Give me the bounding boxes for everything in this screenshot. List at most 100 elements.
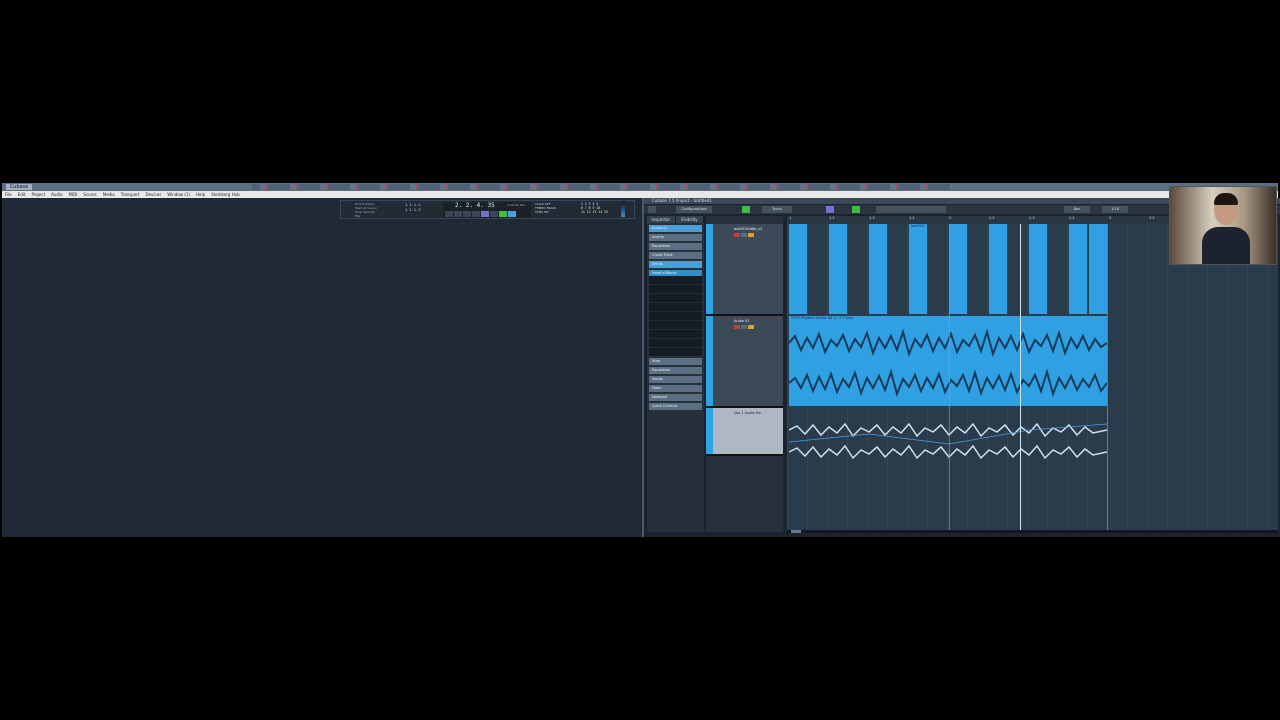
- locator-right[interactable]: [1107, 224, 1108, 530]
- go-to-end-button[interactable]: [472, 211, 480, 217]
- stop-button[interactable]: [490, 211, 498, 217]
- audio-event[interactable]: bdaf31f: [909, 224, 927, 314]
- play-button[interactable]: [852, 206, 860, 213]
- audio-event[interactable]: [829, 224, 847, 314]
- playhead[interactable]: [1020, 224, 1021, 530]
- menu-transport[interactable]: Transport: [121, 191, 140, 198]
- primary-time[interactable]: 2. 2. 4. 35: [455, 202, 495, 210]
- empty-workspace: [2, 198, 641, 537]
- inspector-section-strip[interactable]: Strip: [649, 358, 702, 365]
- audio-event[interactable]: [1029, 224, 1047, 314]
- cubase-main-window: Cubase File Edit Project Audio MIDI Scor…: [2, 183, 1280, 537]
- menu-scores[interactable]: Scores: [83, 191, 96, 198]
- forward-button[interactable]: [463, 211, 471, 217]
- record-button[interactable]: [508, 211, 516, 217]
- menu-edit[interactable]: Edit: [18, 191, 26, 198]
- inspector-section-inserts[interactable]: Inserts: [649, 234, 702, 241]
- locator-positions: 1. 1. 1. 0 1. 1. 1. 0: [405, 203, 433, 217]
- menu-help[interactable]: Help: [196, 191, 205, 198]
- list-item[interactable]: [649, 285, 702, 294]
- menu-devices[interactable]: Devices: [146, 191, 162, 198]
- audio-event[interactable]: [1089, 224, 1107, 314]
- scroll-thumb[interactable]: [791, 530, 801, 533]
- horizontal-scrollbar[interactable]: [787, 530, 1278, 533]
- event-name: VST3 Rhythm Guitar 88 3 - 1 ? loop: [791, 316, 853, 320]
- inspector-tabs: Inspector Visibility: [647, 216, 704, 223]
- touch-mode-select[interactable]: Touch: [762, 206, 792, 213]
- mute-button[interactable]: [734, 325, 740, 329]
- list-item[interactable]: [649, 330, 702, 339]
- menu-steinberg-hub[interactable]: Steinberg Hub: [211, 191, 240, 198]
- track-name[interactable]: Vox 1 Audio file: [734, 411, 761, 415]
- cycle-button[interactable]: [481, 211, 489, 217]
- waveform-track-3: [789, 422, 1107, 460]
- solo-button[interactable]: [741, 233, 747, 237]
- inspector-section-equalizers[interactable]: Equalizers: [649, 243, 702, 250]
- webcam-overlay: [1169, 186, 1277, 265]
- list-item[interactable]: [649, 339, 702, 348]
- track-header[interactable]: Vox 1 Audio file: [706, 408, 783, 456]
- solo-button[interactable]: [741, 325, 747, 329]
- event-display[interactable]: bdaf31f VST3 Rhythm Guitar 88 3 - 1 ? lo…: [787, 224, 1278, 530]
- list-item[interactable]: [649, 294, 702, 303]
- audio-event[interactable]: [789, 224, 807, 314]
- inspector-section-quick-controls[interactable]: Quick Controls: [649, 403, 702, 410]
- tab-visibility[interactable]: Visibility: [675, 216, 704, 223]
- menu-window[interactable]: Window (1): [167, 191, 190, 198]
- waveform-right: [789, 368, 1107, 398]
- play-button[interactable]: [499, 211, 507, 217]
- list-item[interactable]: [649, 276, 702, 285]
- track-header[interactable]: Audio 02: [706, 316, 783, 408]
- marker-row[interactable]: 11 12 13 14 15: [581, 210, 613, 214]
- inspector-section-equalizers-2[interactable]: Equalizers: [649, 367, 702, 374]
- track-name[interactable]: bdaf31f0d6b_s3: [734, 227, 762, 231]
- inspector-section-sends-2[interactable]: Sends: [649, 376, 702, 383]
- inspector-section-audio[interactable]: Audio 01: [649, 225, 702, 232]
- menu-file[interactable]: File: [5, 191, 12, 198]
- track-header[interactable]: bdaf31f0d6b_s3: [706, 224, 783, 316]
- grid-type-select[interactable]: Bar: [1064, 206, 1090, 213]
- audio-event[interactable]: [989, 224, 1007, 314]
- tab-inspector[interactable]: Inspector: [647, 216, 676, 223]
- audio-event[interactable]: [949, 224, 967, 314]
- transport-buttons: [445, 211, 516, 217]
- go-to-start-button[interactable]: [445, 211, 453, 217]
- locator-left[interactable]: [949, 224, 950, 530]
- audio-event-guitar[interactable]: VST3 Rhythm Guitar 88 3 - 1 ? loop: [789, 316, 1107, 406]
- toolbar-button[interactable]: [648, 206, 656, 213]
- taskbar-icons: [252, 184, 952, 190]
- ruler-mark: 2.3: [1029, 216, 1035, 220]
- tool-buttons[interactable]: [876, 206, 946, 213]
- toolbar-green-button[interactable]: [742, 206, 750, 213]
- audio-event[interactable]: [869, 224, 887, 314]
- time-display: 2. 2. 4. 35 0:00:02.362: [443, 202, 531, 218]
- sync-toggle[interactable]: SYNC INT: [535, 210, 579, 214]
- quantize-select[interactable]: 1/16: [1102, 206, 1128, 213]
- inspector-section-fader[interactable]: Fader: [649, 385, 702, 392]
- record-enable-button[interactable]: [748, 233, 754, 237]
- inspector-section-chord-track[interactable]: Chord Track: [649, 252, 702, 259]
- inspector-section-notepad[interactable]: Notepad: [649, 394, 702, 401]
- option-mix[interactable]: Mix: [355, 214, 401, 218]
- inspector-section-sends[interactable]: Sends: [649, 261, 702, 268]
- right-locator[interactable]: 1. 1. 1. 0: [405, 208, 433, 213]
- track-color-strip: [706, 316, 713, 406]
- list-item[interactable]: [649, 321, 702, 330]
- list-item[interactable]: [649, 312, 702, 321]
- rewind-button[interactable]: [454, 211, 462, 217]
- configurations-button[interactable]: Configurations: [676, 206, 712, 213]
- menu-project[interactable]: Project: [31, 191, 45, 198]
- secondary-time: 0:00:02.362: [507, 203, 526, 207]
- menu-audio[interactable]: Audio: [51, 191, 62, 198]
- track-buttons: [734, 325, 754, 329]
- track-buttons: [734, 233, 754, 237]
- track-name[interactable]: Audio 02: [734, 319, 750, 323]
- mute-button[interactable]: [734, 233, 740, 237]
- person-hair: [1214, 193, 1238, 205]
- menu-media[interactable]: Media: [103, 191, 115, 198]
- list-item[interactable]: [649, 303, 702, 312]
- audio-event[interactable]: [1069, 224, 1087, 314]
- record-enable-button[interactable]: [748, 325, 754, 329]
- menu-midi[interactable]: MIDI: [69, 191, 78, 198]
- cycle-button[interactable]: [826, 206, 834, 213]
